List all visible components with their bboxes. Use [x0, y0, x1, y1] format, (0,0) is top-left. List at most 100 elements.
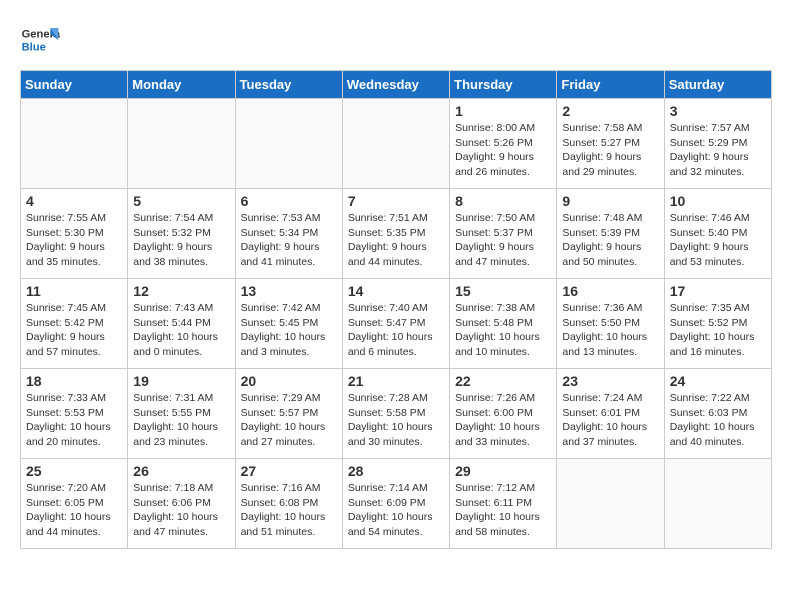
- calendar-cell: 26Sunrise: 7:18 AMSunset: 6:06 PMDayligh…: [128, 459, 235, 549]
- day-number: 1: [455, 103, 551, 119]
- day-number: 22: [455, 373, 551, 389]
- calendar-cell: 15 Sunrise: 7:38 AMSunset: 5:48 PMDayligh…: [450, 279, 557, 369]
- day-number: 24: [670, 373, 766, 389]
- day-number: 28: [348, 463, 444, 479]
- calendar-cell: 11 Sunrise: 7:45 AMSunset: 5:42 PMDayligh…: [21, 279, 128, 369]
- calendar-cell: 12 Sunrise: 7:43 AMSunset: 5:44 PMDayligh…: [128, 279, 235, 369]
- day-number: 6: [241, 193, 337, 209]
- day-info: Sunrise: 8:00 AMSunset: 5:26 PMDaylight:…: [455, 121, 551, 180]
- calendar-cell: 14 Sunrise: 7:40 AMSunset: 5:47 PMDayligh…: [342, 279, 449, 369]
- calendar-cell: 2 Sunrise: 7:58 AMSunset: 5:27 PMDaylight…: [557, 99, 664, 189]
- calendar-cell: 29Sunrise: 7:12 AMSunset: 6:11 PMDayligh…: [450, 459, 557, 549]
- day-number: 19: [133, 373, 229, 389]
- week-row-4: 18 Sunrise: 7:33 AMSunset: 5:53 PMDayligh…: [21, 369, 772, 459]
- day-number: 2: [562, 103, 658, 119]
- day-number: 10: [670, 193, 766, 209]
- day-info: Sunrise: 7:55 AMSunset: 5:30 PMDaylight:…: [26, 211, 122, 270]
- day-info: Sunrise: 7:58 AMSunset: 5:27 PMDaylight:…: [562, 121, 658, 180]
- calendar-header-row: SundayMondayTuesdayWednesdayThursdayFrid…: [21, 71, 772, 99]
- calendar-cell: [557, 459, 664, 549]
- day-info: Sunrise: 7:24 AMSunset: 6:01 PMDaylight:…: [562, 391, 658, 450]
- day-info: Sunrise: 7:50 AMSunset: 5:37 PMDaylight:…: [455, 211, 551, 270]
- day-info: Sunrise: 7:26 AMSunset: 6:00 PMDaylight:…: [455, 391, 551, 450]
- day-info: Sunrise: 7:51 AMSunset: 5:35 PMDaylight:…: [348, 211, 444, 270]
- day-number: 14: [348, 283, 444, 299]
- day-info: Sunrise: 7:20 AMSunset: 6:05 PMDaylight:…: [26, 481, 122, 540]
- day-number: 15: [455, 283, 551, 299]
- day-number: 12: [133, 283, 229, 299]
- calendar-cell: 19 Sunrise: 7:31 AMSunset: 5:55 PMDayligh…: [128, 369, 235, 459]
- logo: General Blue: [20, 20, 64, 60]
- day-info: Sunrise: 7:57 AMSunset: 5:29 PMDaylight:…: [670, 121, 766, 180]
- calendar-cell: 17 Sunrise: 7:35 AMSunset: 5:52 PMDayligh…: [664, 279, 771, 369]
- calendar-cell: 24 Sunrise: 7:22 AMSunset: 6:03 PMDayligh…: [664, 369, 771, 459]
- calendar-cell: [235, 99, 342, 189]
- col-header-wednesday: Wednesday: [342, 71, 449, 99]
- calendar-cell: 22 Sunrise: 7:26 AMSunset: 6:00 PMDayligh…: [450, 369, 557, 459]
- calendar-cell: 7 Sunrise: 7:51 AMSunset: 5:35 PMDaylight…: [342, 189, 449, 279]
- day-number: 29: [455, 463, 551, 479]
- calendar-cell: 16 Sunrise: 7:36 AMSunset: 5:50 PMDayligh…: [557, 279, 664, 369]
- day-number: 17: [670, 283, 766, 299]
- day-number: 8: [455, 193, 551, 209]
- day-number: 13: [241, 283, 337, 299]
- col-header-sunday: Sunday: [21, 71, 128, 99]
- day-info: Sunrise: 7:28 AMSunset: 5:58 PMDaylight:…: [348, 391, 444, 450]
- day-number: 16: [562, 283, 658, 299]
- calendar-cell: 1 Sunrise: 8:00 AMSunset: 5:26 PMDaylight…: [450, 99, 557, 189]
- calendar-cell: 9Sunrise: 7:48 AMSunset: 5:39 PMDaylight…: [557, 189, 664, 279]
- day-number: 9: [562, 193, 658, 209]
- calendar-cell: 18 Sunrise: 7:33 AMSunset: 5:53 PMDayligh…: [21, 369, 128, 459]
- calendar-cell: 21 Sunrise: 7:28 AMSunset: 5:58 PMDayligh…: [342, 369, 449, 459]
- day-number: 27: [241, 463, 337, 479]
- calendar-cell: 5Sunrise: 7:54 AMSunset: 5:32 PMDaylight…: [128, 189, 235, 279]
- week-row-2: 4 Sunrise: 7:55 AMSunset: 5:30 PMDaylight…: [21, 189, 772, 279]
- calendar-cell: 20 Sunrise: 7:29 AMSunset: 5:57 PMDayligh…: [235, 369, 342, 459]
- day-number: 7: [348, 193, 444, 209]
- day-number: 4: [26, 193, 122, 209]
- page-header: General Blue: [20, 20, 772, 60]
- col-header-friday: Friday: [557, 71, 664, 99]
- day-number: 21: [348, 373, 444, 389]
- calendar-cell: 4 Sunrise: 7:55 AMSunset: 5:30 PMDaylight…: [21, 189, 128, 279]
- calendar-cell: 3 Sunrise: 7:57 AMSunset: 5:29 PMDaylight…: [664, 99, 771, 189]
- calendar-table: SundayMondayTuesdayWednesdayThursdayFrid…: [20, 70, 772, 549]
- day-info: Sunrise: 7:36 AMSunset: 5:50 PMDaylight:…: [562, 301, 658, 360]
- day-info: Sunrise: 7:38 AMSunset: 5:48 PMDaylight:…: [455, 301, 551, 360]
- day-info: Sunrise: 7:14 AMSunset: 6:09 PMDaylight:…: [348, 481, 444, 540]
- calendar-cell: [342, 99, 449, 189]
- week-row-3: 11 Sunrise: 7:45 AMSunset: 5:42 PMDayligh…: [21, 279, 772, 369]
- day-number: 26: [133, 463, 229, 479]
- week-row-1: 1 Sunrise: 8:00 AMSunset: 5:26 PMDaylight…: [21, 99, 772, 189]
- day-info: Sunrise: 7:42 AMSunset: 5:45 PMDaylight:…: [241, 301, 337, 360]
- day-info: Sunrise: 7:40 AMSunset: 5:47 PMDaylight:…: [348, 301, 444, 360]
- day-number: 25: [26, 463, 122, 479]
- col-header-thursday: Thursday: [450, 71, 557, 99]
- day-number: 20: [241, 373, 337, 389]
- col-header-monday: Monday: [128, 71, 235, 99]
- day-info: Sunrise: 7:45 AMSunset: 5:42 PMDaylight:…: [26, 301, 122, 360]
- svg-text:Blue: Blue: [22, 41, 46, 53]
- day-number: 23: [562, 373, 658, 389]
- day-number: 11: [26, 283, 122, 299]
- calendar-cell: 25 Sunrise: 7:20 AMSunset: 6:05 PMDayligh…: [21, 459, 128, 549]
- calendar-cell: 6 Sunrise: 7:53 AMSunset: 5:34 PMDaylight…: [235, 189, 342, 279]
- calendar-cell: 8 Sunrise: 7:50 AMSunset: 5:37 PMDaylight…: [450, 189, 557, 279]
- day-info: Sunrise: 7:43 AMSunset: 5:44 PMDaylight:…: [133, 301, 229, 360]
- calendar-cell: 13 Sunrise: 7:42 AMSunset: 5:45 PMDayligh…: [235, 279, 342, 369]
- day-info: Sunrise: 7:16 AMSunset: 6:08 PMDaylight:…: [241, 481, 337, 540]
- day-number: 3: [670, 103, 766, 119]
- day-number: 18: [26, 373, 122, 389]
- col-header-tuesday: Tuesday: [235, 71, 342, 99]
- day-info: Sunrise: 7:22 AMSunset: 6:03 PMDaylight:…: [670, 391, 766, 450]
- day-info: Sunrise: 7:29 AMSunset: 5:57 PMDaylight:…: [241, 391, 337, 450]
- day-info: Sunrise: 7:33 AMSunset: 5:53 PMDaylight:…: [26, 391, 122, 450]
- calendar-cell: 23 Sunrise: 7:24 AMSunset: 6:01 PMDayligh…: [557, 369, 664, 459]
- day-info: Sunrise: 7:31 AMSunset: 5:55 PMDaylight:…: [133, 391, 229, 450]
- day-info: Sunrise: 7:53 AMSunset: 5:34 PMDaylight:…: [241, 211, 337, 270]
- calendar-cell: 10Sunrise: 7:46 AMSunset: 5:40 PMDayligh…: [664, 189, 771, 279]
- calendar-cell: 28 Sunrise: 7:14 AMSunset: 6:09 PMDayligh…: [342, 459, 449, 549]
- day-info: Sunrise: 7:35 AMSunset: 5:52 PMDaylight:…: [670, 301, 766, 360]
- day-info: Sunrise: 7:54 AMSunset: 5:32 PMDaylight:…: [133, 211, 229, 270]
- week-row-5: 25 Sunrise: 7:20 AMSunset: 6:05 PMDayligh…: [21, 459, 772, 549]
